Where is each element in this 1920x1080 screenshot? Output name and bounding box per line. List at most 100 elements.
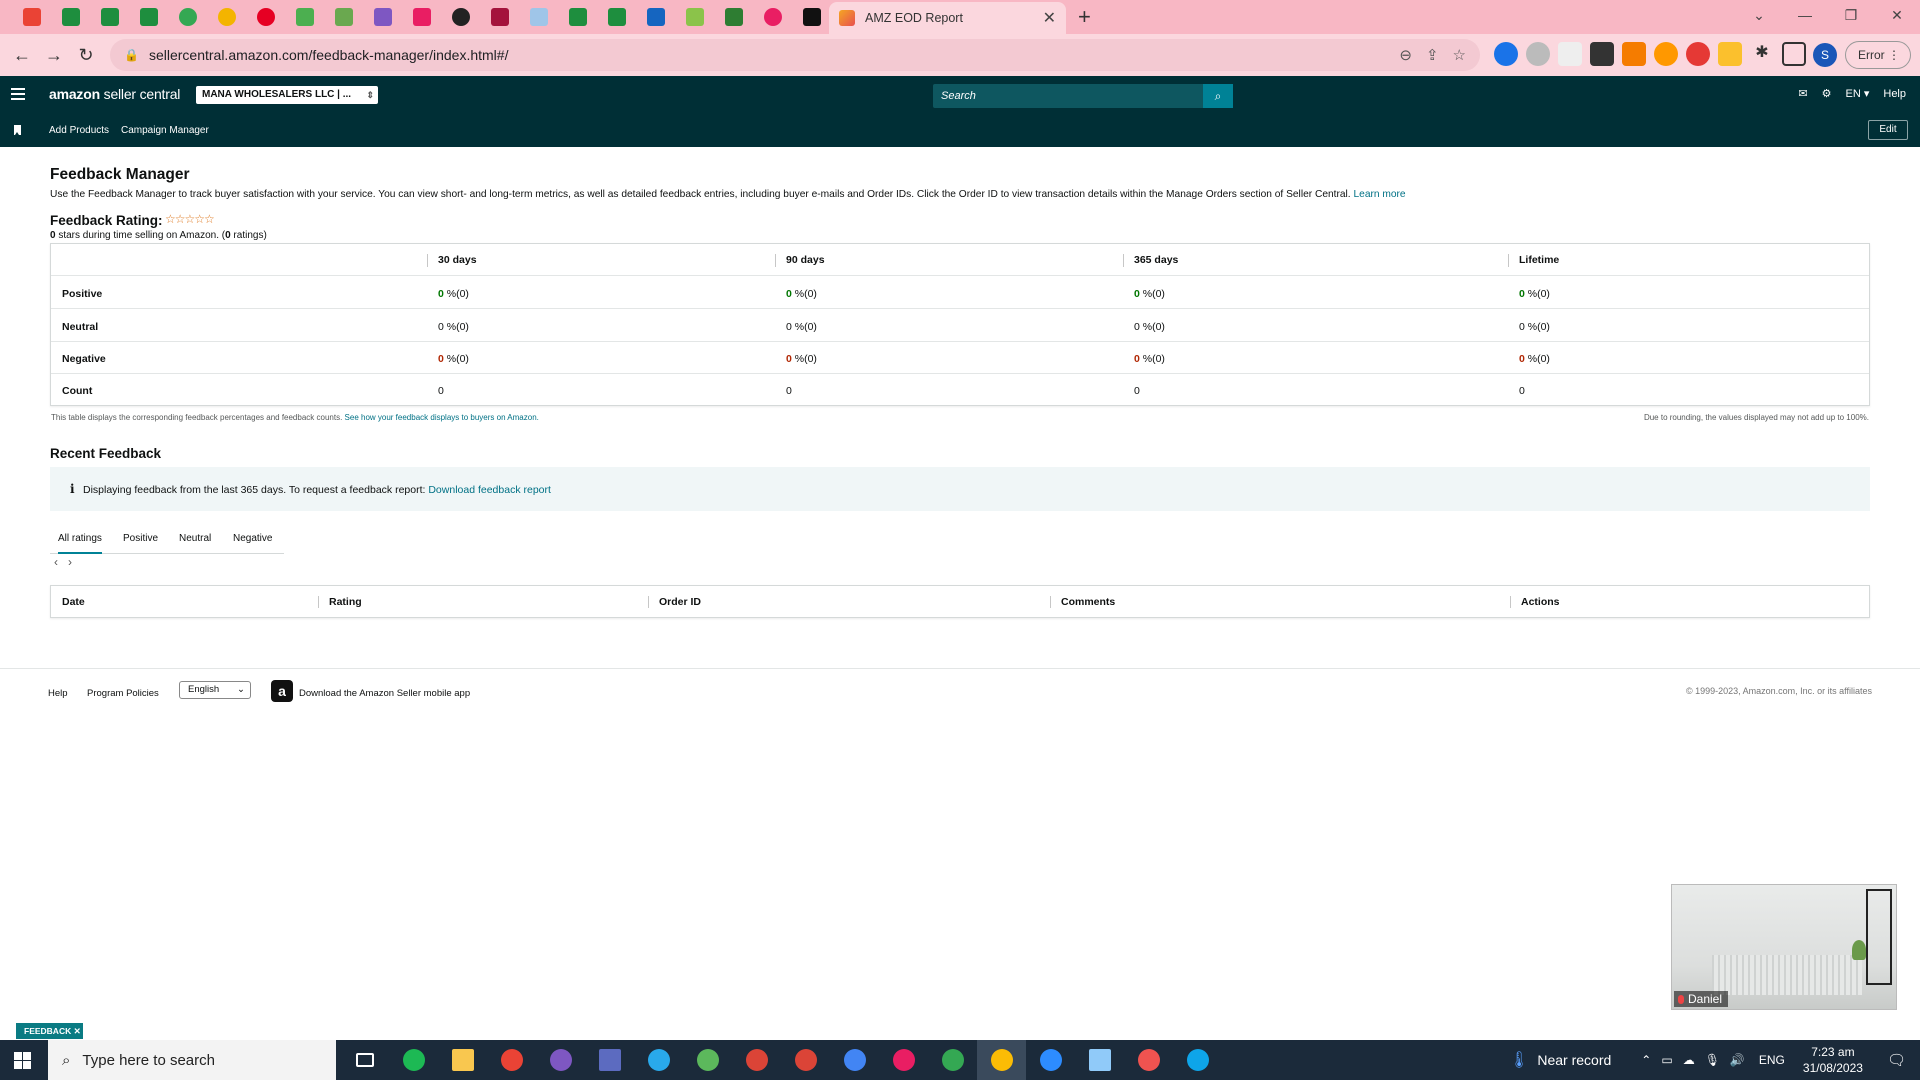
volume-icon[interactable]: 🔊 (1730, 1053, 1745, 1067)
app-icon[interactable] (1124, 1040, 1173, 1080)
pinned-tab-app[interactable] (519, 0, 558, 34)
cloud-icon[interactable]: ☁ (1683, 1053, 1695, 1067)
learn-more-link[interactable]: Learn more (1353, 189, 1405, 200)
help-link[interactable]: Help (1883, 88, 1906, 100)
extension-icon[interactable] (1686, 42, 1710, 66)
pinned-tab-app[interactable] (168, 0, 207, 34)
app-icon[interactable] (1075, 1040, 1124, 1080)
minimize-button[interactable]: — (1782, 0, 1828, 30)
chrome-profile-icon[interactable] (830, 1040, 879, 1080)
pinned-tab-app[interactable] (402, 0, 441, 34)
back-icon[interactable]: ← (6, 45, 38, 66)
pinned-tab-sheets[interactable] (90, 0, 129, 34)
seller-search[interactable]: Search ⌕ (933, 84, 1233, 108)
seller-search-input[interactable]: Search (933, 84, 1203, 108)
feedback-display-link[interactable]: See how your feedback displays to buyers… (345, 413, 539, 422)
spotify-icon[interactable] (389, 1040, 438, 1080)
app-icon[interactable] (536, 1040, 585, 1080)
pinned-tab-amazon[interactable] (792, 0, 831, 34)
utorrent-icon[interactable] (683, 1040, 732, 1080)
input-language[interactable]: ENG (1759, 1053, 1785, 1067)
gear-icon[interactable]: ⚙ (1822, 87, 1832, 100)
chevron-left-icon[interactable]: ‹ (54, 555, 68, 569)
profile-avatar[interactable]: S (1813, 43, 1837, 67)
column-header-actions[interactable]: Actions (1510, 596, 1560, 608)
close-window-button[interactable]: ✕ (1874, 0, 1920, 30)
edit-nav-button[interactable]: Edit (1868, 120, 1908, 140)
extension-icon[interactable] (1654, 42, 1678, 66)
active-tab[interactable]: AMZ EOD Report ✕ (829, 2, 1066, 34)
pinned-tab-gmail[interactable] (12, 0, 51, 34)
extension-icon[interactable] (1590, 42, 1614, 66)
tab-search-icon[interactable]: ⌄ (1736, 0, 1782, 30)
pinned-tab-app[interactable] (480, 0, 519, 34)
language-selector[interactable]: EN ▾ (1846, 87, 1870, 100)
telegram-icon[interactable] (634, 1040, 683, 1080)
tab-neutral[interactable]: Neutral (179, 533, 211, 544)
download-app-link[interactable]: Download the Amazon Seller mobile app (299, 688, 470, 699)
chevron-up-icon[interactable]: ⌃ (1641, 1053, 1651, 1067)
chrome-icon[interactable] (487, 1040, 536, 1080)
pinned-tab-app[interactable] (636, 0, 675, 34)
microphone-icon[interactable]: 🎙 (1705, 1053, 1720, 1067)
column-header-date[interactable]: Date (62, 596, 85, 608)
restore-button[interactable]: ❐ (1828, 0, 1874, 30)
windows-start-icon[interactable] (14, 1052, 31, 1069)
error-button[interactable]: Error ⋮ (1845, 41, 1911, 69)
footer-policies-link[interactable]: Program Policies (87, 688, 159, 699)
chrome-profile-icon[interactable] (879, 1040, 928, 1080)
pinned-tab-sheets[interactable] (558, 0, 597, 34)
feedback-tab-button[interactable]: FEEDBACK ✕ (16, 1023, 83, 1039)
seller-central-logo[interactable]: amazon seller central (49, 86, 180, 102)
hamburger-menu-icon[interactable] (11, 88, 25, 100)
chevron-right-icon[interactable]: › (68, 555, 82, 569)
pinned-tab-sheets[interactable] (129, 0, 168, 34)
bookmark-star-icon[interactable]: ☆ (1453, 46, 1466, 64)
weather-text[interactable]: Near record (1537, 1052, 1611, 1068)
pinned-tab-sheets[interactable] (51, 0, 90, 34)
extension-icon[interactable] (1494, 42, 1518, 66)
extension-icon[interactable] (1526, 42, 1550, 66)
side-panel-icon[interactable] (1782, 42, 1806, 66)
chrome-profile-icon[interactable] (781, 1040, 830, 1080)
edge-icon[interactable] (1173, 1040, 1222, 1080)
pinned-tab-app[interactable] (441, 0, 480, 34)
column-header-rating[interactable]: Rating (318, 596, 362, 608)
pinned-tab-app[interactable] (363, 0, 402, 34)
puzzle-icon[interactable]: ✱ (1750, 42, 1774, 66)
pinned-tab-app[interactable] (753, 0, 792, 34)
forward-icon[interactable]: → (38, 45, 70, 66)
footer-language-select[interactable]: English ⌄ (179, 681, 251, 699)
pinned-tab-app[interactable] (207, 0, 246, 34)
network-icon[interactable]: ▭ (1661, 1053, 1672, 1067)
footer-help-link[interactable]: Help (48, 688, 68, 699)
extension-icon[interactable] (1622, 42, 1646, 66)
pinned-tab-sheets[interactable] (597, 0, 636, 34)
new-tab-button[interactable]: + (1078, 4, 1091, 30)
url-bar[interactable]: 🔒 sellercentral.amazon.com/feedback-mana… (110, 39, 1480, 71)
zoom-app-icon[interactable] (1026, 1040, 1075, 1080)
file-explorer-icon[interactable] (438, 1040, 487, 1080)
zoom-icon[interactable]: ⊖ (1399, 46, 1412, 64)
pinned-tab-pinterest[interactable] (246, 0, 285, 34)
extension-icon[interactable] (1718, 42, 1742, 66)
column-header-order-id[interactable]: Order ID (648, 596, 701, 608)
download-report-link[interactable]: Download feedback report (428, 484, 551, 496)
close-tab-icon[interactable]: ✕ (1043, 8, 1056, 28)
share-icon[interactable]: ⇪ (1426, 46, 1439, 64)
mail-icon[interactable]: ✉ (1798, 87, 1807, 100)
nav-add-products[interactable]: Add Products (49, 125, 109, 136)
pinned-tab-app[interactable] (675, 0, 714, 34)
pinned-tab-app[interactable] (285, 0, 324, 34)
nav-campaign-manager[interactable]: Campaign Manager (121, 125, 209, 136)
reload-icon[interactable]: ↻ (70, 45, 102, 66)
column-header-comments[interactable]: Comments (1050, 596, 1115, 608)
tab-all-ratings[interactable]: All ratings (58, 533, 102, 554)
pinned-tab-app[interactable] (324, 0, 363, 34)
task-view-icon[interactable] (340, 1040, 389, 1080)
chrome-profile-icon[interactable] (732, 1040, 781, 1080)
store-selector[interactable]: MANA WHOLESALERS LLC | ... ⇕ (196, 86, 378, 104)
webcam-preview[interactable]: Daniel (1671, 884, 1897, 1010)
tab-negative[interactable]: Negative (233, 533, 272, 544)
bookmark-icon[interactable] (14, 125, 21, 135)
